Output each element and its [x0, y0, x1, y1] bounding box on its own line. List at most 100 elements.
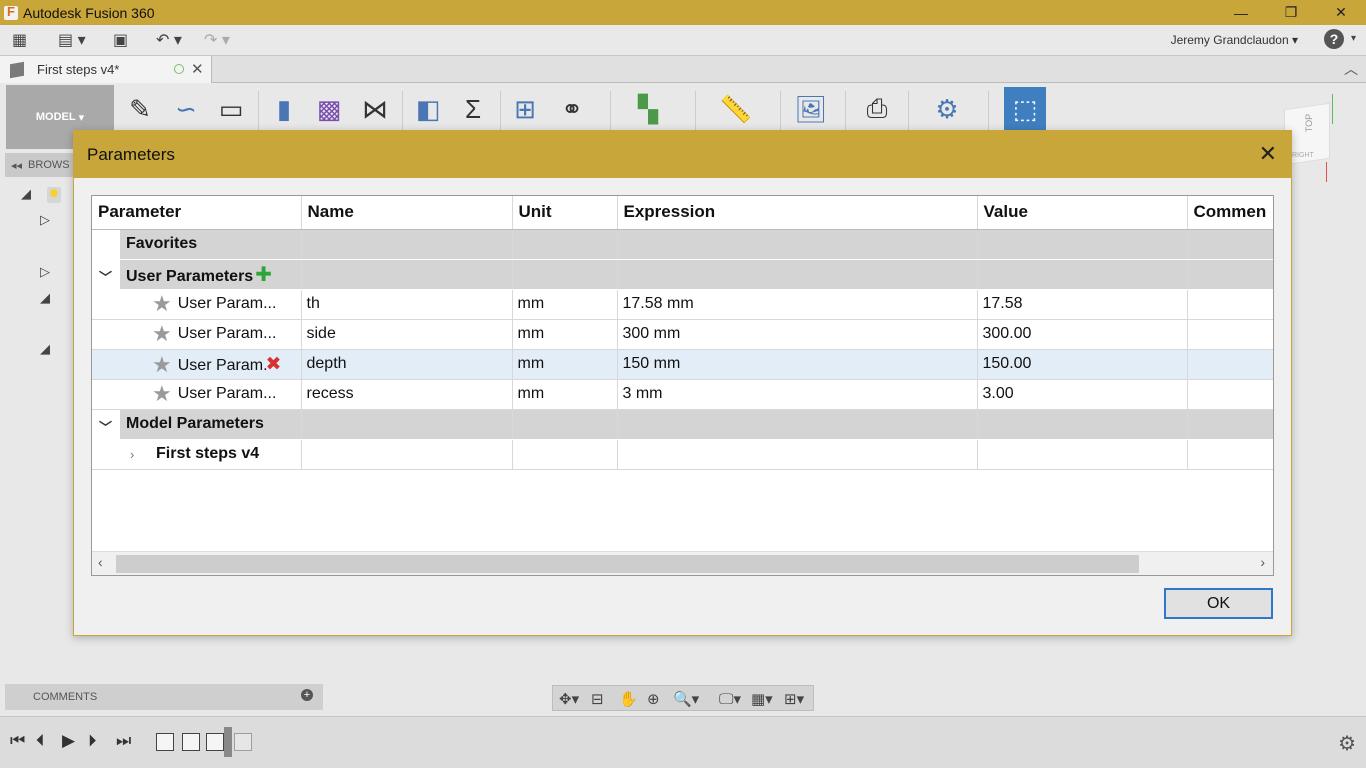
comments-panel[interactable]: COMMENTS +	[5, 684, 323, 710]
play-icon[interactable]: ▶	[62, 731, 75, 751]
parameter-unit[interactable]: mm	[512, 319, 618, 350]
timeline-marker[interactable]	[224, 727, 232, 757]
parameter-unit[interactable]: mm	[512, 349, 618, 380]
new-component-icon[interactable]: ⊞	[507, 91, 543, 127]
timeline-sketch-feature[interactable]	[156, 733, 174, 751]
fit-zoom-icon[interactable]: 🔍▾	[673, 690, 699, 708]
file-menu-icon[interactable]: ▤ ▾	[58, 30, 86, 50]
close-window-button[interactable]: ✕	[1316, 0, 1366, 25]
grid-settings-icon[interactable]: ▦▾	[751, 690, 773, 708]
model-parameters-group-row[interactable]: ﹀ Model Parameters	[92, 409, 1273, 440]
undo-icon[interactable]: ↶ ▾	[156, 30, 182, 50]
table-row[interactable]: ★ User Param... side mm 300 mm 300.00	[92, 319, 1273, 350]
parameter-unit[interactable]: mm	[512, 379, 618, 410]
go-to-start-icon[interactable]: ⏮	[10, 731, 25, 751]
redo-icon[interactable]: ↷ ▾	[204, 30, 230, 50]
timeline-extrude-feature[interactable]	[182, 733, 200, 751]
scroll-right-icon[interactable]: ›	[1260, 554, 1265, 570]
parameter-expression[interactable]: 3 mm	[617, 379, 978, 410]
favorites-group-row[interactable]: Favorites	[92, 229, 1273, 260]
favorite-star-icon[interactable]: ★	[152, 383, 172, 405]
parameter-name[interactable]: depth	[301, 349, 513, 380]
tree-expand-icon[interactable]: ◢	[21, 186, 31, 202]
parameter-name[interactable]: side	[301, 319, 513, 350]
parameter-comment[interactable]	[1187, 289, 1273, 320]
select-icon[interactable]: ⬚	[1004, 87, 1046, 131]
extrude-icon[interactable]: ▮	[266, 91, 302, 127]
measure-icon[interactable]: 📏	[718, 91, 754, 127]
plane-icon[interactable]: ▚	[630, 91, 666, 127]
parameter-expression[interactable]: 300 mm	[617, 319, 978, 350]
column-header-parameter[interactable]: Parameter	[92, 196, 302, 230]
parameter-expression[interactable]: 150 mm	[617, 349, 978, 380]
model-component-row[interactable]: › First steps v4	[92, 439, 1273, 470]
visibility-bulb-icon[interactable]	[47, 187, 61, 203]
scroll-left-icon[interactable]: ‹	[98, 554, 103, 570]
favorite-star-icon[interactable]: ★	[152, 354, 172, 376]
tree-expand-icon[interactable]: ◢	[40, 290, 50, 306]
parameter-comment[interactable]	[1187, 349, 1273, 380]
save-icon[interactable]: ▣	[113, 30, 128, 50]
chevron-down-icon[interactable]: ﹀	[99, 267, 112, 286]
parameter-comment[interactable]	[1187, 319, 1273, 350]
press-pull-icon[interactable]: ◧	[410, 91, 446, 127]
scripts-addins-icon[interactable]: ⚙	[929, 91, 965, 127]
timeline-settings-gear-icon[interactable]: ⚙	[1338, 731, 1356, 756]
user-parameters-group-row[interactable]: ﹀ User Parameters ✚	[92, 259, 1273, 290]
data-panel-grid-icon[interactable]: ▦	[12, 30, 27, 50]
column-header-value[interactable]: Value	[977, 196, 1188, 230]
horizontal-scrollbar[interactable]: ‹ ›	[92, 551, 1273, 575]
tree-expand-icon[interactable]: ▷	[40, 264, 50, 280]
tree-expand-icon[interactable]: ◢	[40, 341, 50, 357]
chevron-up-icon[interactable]: ︿	[1344, 59, 1358, 79]
maximize-button[interactable]: ❐	[1266, 0, 1316, 25]
add-parameter-plus-icon[interactable]: ✚	[255, 264, 272, 286]
form-icon[interactable]: ▩	[311, 91, 347, 127]
chevron-right-icon[interactable]: ›	[130, 447, 134, 462]
display-settings-icon[interactable]: 🖵▾	[719, 690, 741, 708]
table-row[interactable]: ★ User Param... recess mm 3 mm 3.00	[92, 379, 1273, 410]
column-header-expression[interactable]: Expression	[617, 196, 978, 230]
collapse-browser-icon[interactable]: ◂◂	[11, 159, 22, 172]
parameter-name[interactable]: th	[301, 289, 513, 320]
close-dialog-icon[interactable]: ✕	[1259, 143, 1277, 165]
timeline-sketch-feature[interactable]	[206, 733, 224, 751]
browser-header[interactable]: ◂◂ BROWS	[5, 153, 75, 177]
rectangle-icon[interactable]: ▭	[213, 91, 249, 127]
parameter-unit[interactable]: mm	[512, 289, 618, 320]
minimize-button[interactable]: —	[1216, 0, 1266, 25]
delete-parameter-icon[interactable]: ✖	[266, 354, 282, 375]
spline-icon[interactable]: ∽	[168, 91, 204, 127]
tree-expand-icon[interactable]: ▷	[40, 212, 50, 228]
orbit-icon[interactable]: ✥▾	[559, 690, 579, 708]
help-icon[interactable]: ?	[1324, 29, 1344, 49]
chevron-down-icon[interactable]: ﹀	[99, 417, 112, 436]
step-back-icon[interactable]: ⏴	[36, 731, 45, 751]
column-header-name[interactable]: Name	[301, 196, 513, 230]
step-forward-icon[interactable]: ⏵	[88, 731, 97, 751]
favorite-star-icon[interactable]: ★	[152, 323, 172, 345]
table-row-selected[interactable]: ★ User Param.✖ depth mm 150 mm 150.00	[92, 349, 1273, 380]
parameters-sigma-icon[interactable]: Σ	[455, 91, 491, 127]
parameter-name[interactable]: recess	[301, 379, 513, 410]
favorite-star-icon[interactable]: ★	[152, 293, 172, 315]
add-comment-icon[interactable]: +	[301, 689, 313, 701]
timeline-suppressed-feature[interactable]	[234, 733, 252, 751]
go-to-end-icon[interactable]: ⏭	[116, 731, 131, 751]
insert-image-icon[interactable]: 🖼	[793, 91, 829, 127]
ok-button[interactable]: OK	[1164, 588, 1273, 619]
zoom-icon[interactable]: ⊕	[647, 690, 660, 708]
scrollbar-thumb[interactable]	[116, 555, 1139, 573]
user-menu[interactable]: Jeremy Grandclaudon ▾	[1171, 33, 1298, 47]
column-header-unit[interactable]: Unit	[512, 196, 618, 230]
viewports-icon[interactable]: ⊞▾	[784, 690, 804, 708]
mirror-icon[interactable]: ⋈	[357, 91, 393, 127]
sketch-icon[interactable]: ✎	[122, 91, 158, 127]
close-tab-icon[interactable]: ✕	[191, 60, 204, 78]
column-header-comment[interactable]: Commen	[1187, 196, 1273, 230]
pan-hand-icon[interactable]: ✋	[619, 690, 638, 708]
parameter-comment[interactable]	[1187, 379, 1273, 410]
joint-icon[interactable]: ⚭	[554, 91, 590, 127]
table-row[interactable]: ★ User Param... th mm 17.58 mm 17.58	[92, 289, 1273, 320]
document-tab[interactable]: First steps v4* ✕	[0, 56, 212, 83]
